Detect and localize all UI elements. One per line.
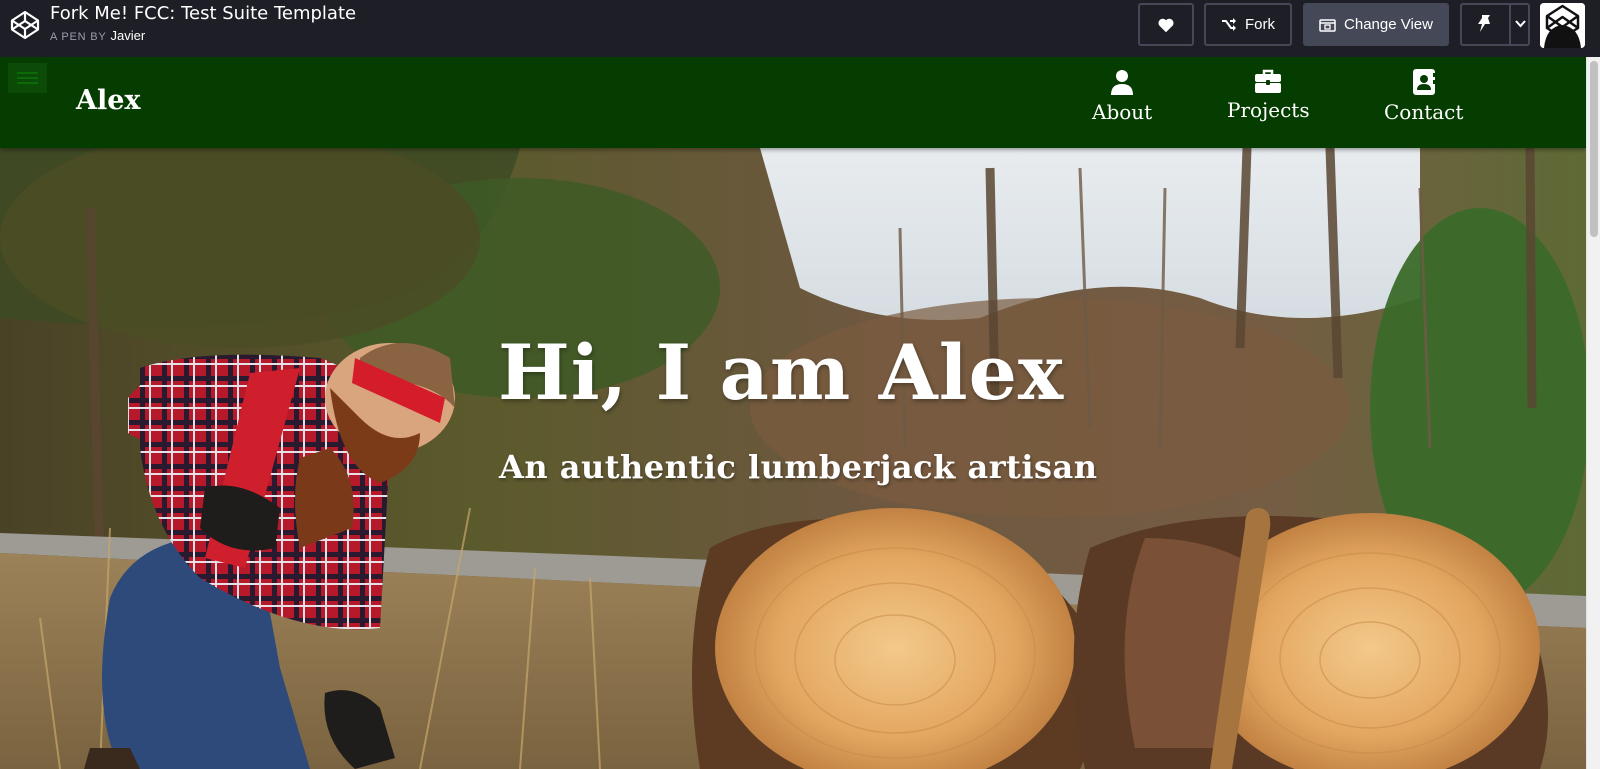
nav-link-contact[interactable]: Contact [1384,69,1463,124]
nav-link-label: About [1092,100,1153,124]
pen-byline: A PEN BY Javier [50,28,356,43]
menu-toggle-button[interactable] [8,63,47,93]
codepen-logo-icon[interactable] [9,9,41,41]
pen-title-block: Fork Me! FCC: Test Suite Template A PEN … [50,3,356,43]
fork-button[interactable]: Fork [1204,3,1292,46]
nav-link-projects[interactable]: Projects [1227,69,1310,122]
byline-prefix: A PEN BY [50,31,107,43]
user-avatar[interactable] [1540,3,1585,48]
heart-icon [1158,18,1174,32]
hamburger-line [17,72,38,74]
hamburger-line [17,77,38,79]
codepen-header: Fork Me! FCC: Test Suite Template A PEN … [0,0,1600,57]
pen-author-link[interactable]: Javier [111,28,146,43]
change-view-label: Change View [1344,16,1433,33]
briefcase-icon [1255,69,1282,93]
change-view-icon [1319,18,1336,32]
scrollbar-thumb[interactable] [1590,61,1598,237]
site-navbar: Alex About Projects Contact [0,57,1586,148]
like-button[interactable] [1138,3,1194,46]
pin-icon [1478,15,1490,32]
hamburger-line [17,82,38,84]
user-icon [1111,70,1134,95]
nav-link-label: Contact [1384,100,1464,124]
fork-icon [1222,17,1236,31]
pin-button-divider [1509,5,1511,44]
pin-button[interactable] [1460,3,1530,46]
hero-section: Hi, I am Alex An authentic lumberjack ar… [0,148,1586,769]
change-view-button[interactable]: Change View [1303,3,1449,46]
pen-preview: Alex About Projects Contact Hi, I am Ale… [0,57,1586,769]
nav-link-label: Projects [1227,98,1310,122]
chevron-down-icon[interactable] [1514,17,1527,30]
hero-subtitle: An authentic lumberjack artisan [499,448,1098,486]
site-brand[interactable]: Alex [76,85,140,116]
preview-scrollbar[interactable] [1586,57,1600,769]
hero-title: Hi, I am Alex [498,328,1065,417]
pen-title: Fork Me! FCC: Test Suite Template [50,3,357,24]
address-book-icon [1412,69,1435,95]
fork-button-label: Fork [1245,16,1275,33]
nav-link-about[interactable]: About [1092,69,1152,124]
